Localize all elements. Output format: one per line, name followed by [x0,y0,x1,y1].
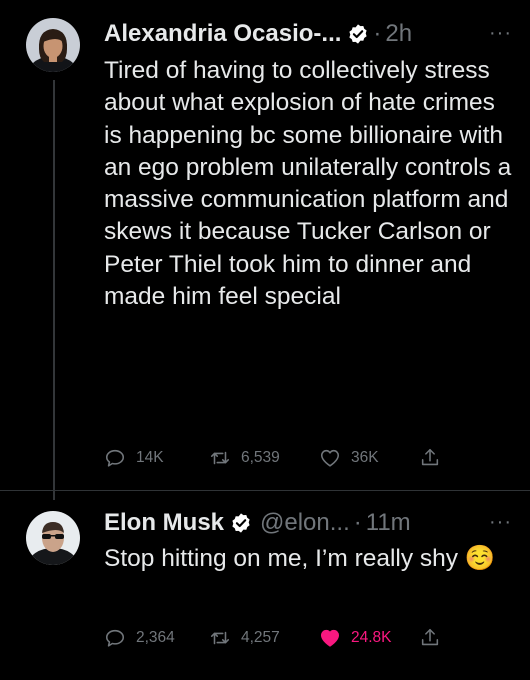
tweet-text: Stop hitting on me, I’m really shy ☺️ [104,545,496,572]
reply-icon [105,449,125,467]
tweet-text: Tired of having to collectively stress a… [104,57,512,311]
like-count: 24.8K [351,629,392,646]
retweet-count: 4,257 [241,629,280,646]
tweet-elon[interactable]: Elon Musk @elon... · 11m ··· Stop hittin… [0,491,530,680]
retweet-icon [210,451,230,465]
tweet-aoc[interactable]: Alexandria Ocasio-... · 2h ··· Tired of … [0,0,530,500]
like-icon [320,629,340,647]
timestamp[interactable]: 2h [385,20,412,48]
thread-line [53,80,55,500]
reply-count: 2,364 [136,629,175,646]
like-button[interactable]: 24.8K [319,627,419,649]
verified-icon [230,512,252,534]
reply-count: 14K [136,449,164,466]
more-icon[interactable]: ··· [489,511,512,534]
display-name[interactable]: Alexandria Ocasio-... [104,20,341,48]
retweet-button[interactable]: 4,257 [209,627,319,649]
share-button[interactable] [419,447,441,469]
separator-dot: · [373,20,382,47]
like-icon [320,449,340,467]
display-name[interactable]: Elon Musk [104,509,224,537]
like-button[interactable]: 36K [319,447,419,469]
retweet-count: 6,539 [241,449,280,466]
tweet-actions: 14K 6,539 36K [104,447,441,469]
more-icon[interactable]: ··· [489,22,512,45]
share-icon [421,628,439,646]
tweet-header: Alexandria Ocasio-... · 2h [104,20,412,48]
reply-icon [105,629,125,647]
retweet-button[interactable]: 6,539 [209,447,319,469]
timestamp[interactable]: 11m [366,509,411,537]
verified-icon [347,23,369,45]
handle[interactable]: @elon... [260,509,350,537]
tweet-header: Elon Musk @elon... · 11m [104,509,411,537]
retweet-icon [210,631,230,645]
tweet-actions: 2,364 4,257 24.8K [104,627,441,649]
separator-dot: · [353,509,362,536]
reply-button[interactable]: 14K [104,447,209,469]
avatar[interactable] [26,18,80,72]
share-button[interactable] [419,627,441,649]
like-count: 36K [351,449,379,466]
avatar[interactable] [26,511,80,565]
reply-button[interactable]: 2,364 [104,627,209,649]
share-icon [421,448,439,466]
